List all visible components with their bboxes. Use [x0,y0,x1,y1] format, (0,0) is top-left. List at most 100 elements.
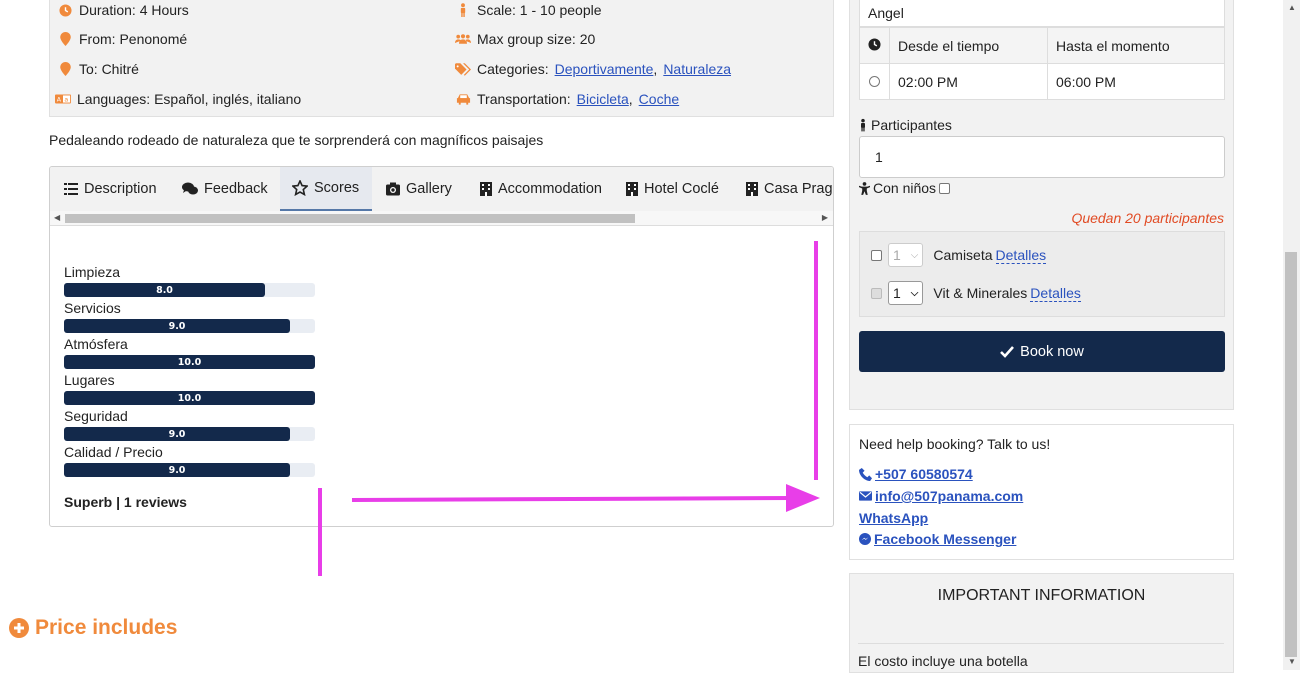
extra-checkbox-checked[interactable] [871,287,882,299]
tabs-bar: Description Feedback Scores Gallery Acco… [50,167,833,211]
list-icon [64,183,78,195]
from-text: From: Penonomé [79,31,188,47]
slot-from: 02:00 PM [889,63,1048,100]
tab-label: Scores [314,180,360,196]
tab-label: Accommodation [498,181,602,197]
kids-checkbox[interactable] [939,182,951,194]
person-icon [455,3,471,17]
chevron-down-icon: ⌵ [910,287,919,299]
tab-scores[interactable]: Scores [280,167,372,211]
scrollbar-thumb[interactable] [1285,252,1297,657]
extra-qty-select[interactable]: 1 ⌵ [888,281,924,305]
extra-name: Vit & Minerales [933,285,1028,301]
clock-icon [57,3,73,17]
chevron-down-icon: ⌵ [910,249,919,261]
tab-accommodation[interactable]: Accommodation [468,167,614,211]
languages-text: Languages: Español, inglés, italiano [77,91,302,107]
extras-box: 1 ⌵ Camiseta Detalles 1 ⌵ Vit & Minerale… [859,231,1225,317]
score-bar-track: 10.0 [64,391,315,405]
transport-link-coche[interactable]: Coche [639,91,679,107]
tour-info-box: Duration: 4 Hours Scale: 1 - 10 people F… [49,0,834,117]
slot-radio[interactable] [869,75,880,87]
price-includes-label: Price includes [35,616,178,639]
booking-panel: Angel Desde el tiempo Hasta el momento 0… [849,0,1234,410]
phone-number: +507 60580574 [875,466,973,482]
tab-gallery[interactable]: Gallery [374,167,464,211]
category-link-naturaleza[interactable]: Naturaleza [663,61,731,77]
score-bar-track: 9.0 [64,319,315,333]
tab-label: Casa Praga [764,181,833,197]
score-bar-track: 9.0 [64,427,315,441]
guide-name: Angel [859,0,1225,27]
extra-details-link[interactable]: Detalles [995,247,1047,264]
camera-icon [386,182,400,196]
score-label: Limpieza [64,264,121,280]
scroll-up-arrow-icon[interactable]: ▲ [1288,3,1296,12]
tab-label: Feedback [204,181,268,197]
extra-checkbox[interactable] [871,249,882,261]
book-now-button[interactable]: Book now [859,331,1225,372]
scroll-right-arrow-icon[interactable]: ▶ [822,213,828,222]
whatsapp-link[interactable]: WhatsApp [859,510,928,526]
score-bar-fill: 10.0 [64,391,315,405]
svg-text:a: a [64,97,68,104]
to-text: To: Chitré [79,61,139,77]
extra-qty-select[interactable]: 1 ⌵ [888,243,924,267]
schedule-header: Desde el tiempo Hasta el momento [859,27,1225,64]
scroll-left-arrow-icon[interactable]: ◀ [54,213,60,222]
tab-casa-praga[interactable]: Casa Praga [734,167,833,211]
scroll-down-arrow-icon[interactable]: ▼ [1288,657,1296,666]
to-row: To: Chitré [57,61,139,77]
book-now-label: Book now [1020,343,1084,360]
car-icon [455,93,471,105]
divider [858,643,1224,644]
kids-label: Con niños [873,180,937,196]
important-info-title: IMPORTANT INFORMATION [937,587,1146,604]
tab-feedback[interactable]: Feedback [170,167,280,211]
score-bar-track: 10.0 [64,355,315,369]
category-link-deportivamente[interactable]: Deportivamente [555,61,654,77]
score-label: Servicios [64,300,121,316]
scale-text: Scale: 1 - 10 people [477,2,602,18]
tour-tagline: Pedaleando rodeado de naturaleza que te … [49,132,544,148]
tab-label: Description [84,181,157,197]
scale-row: Scale: 1 - 10 people [455,2,602,18]
comments-icon [182,182,198,195]
page-vertical-scrollbar[interactable]: ▲ ▼ [1283,0,1300,670]
tab-hotel-cocle[interactable]: Hotel Coclé [614,167,731,211]
participants-input[interactable]: 1 [859,136,1225,178]
building-icon [480,182,492,196]
phone-link[interactable]: +507 60580574 [859,466,973,482]
extra-details-link[interactable]: Detalles [1030,285,1081,302]
tour-tabs-panel: Description Feedback Scores Gallery Acco… [49,166,834,527]
person-icon [861,118,865,132]
score-bar-fill: 9.0 [64,319,290,333]
messenger-link[interactable]: Facebook Messenger [859,531,1016,547]
email-link[interactable]: info@507panama.com [859,488,1023,504]
score-bar-track: 9.0 [64,463,315,477]
tabs-horizontal-scrollbar[interactable]: ◀ ▶ [50,211,833,226]
reviews-summary: Superb | 1 reviews [64,494,187,510]
transport-row: Transportation: Bicicleta, Coche [455,91,679,107]
scrollbar-thumb[interactable] [65,214,635,223]
extra-name: Camiseta [933,247,993,263]
schedule-slot[interactable]: 02:00 PM 06:00 PM [859,63,1225,100]
child-icon [859,181,870,195]
check-icon [1000,345,1015,358]
score-bar-fill: 9.0 [64,427,290,441]
tab-description[interactable]: Description [52,167,169,211]
categories-label: Categories: [477,61,549,77]
transport-link-bicicleta[interactable]: Bicicleta [577,91,629,107]
svg-text:A: A [57,97,62,104]
building-icon [746,182,758,196]
score-bar-fill: 8.0 [64,283,265,297]
score-label: Seguridad [64,408,128,424]
help-panel: Need help booking? Talk to us! +507 6058… [849,424,1234,560]
score-label: Lugares [64,372,115,388]
price-includes-heading: Price includes [9,616,177,640]
participants-label: Participantes [871,117,952,133]
map-marker-icon [57,32,73,46]
transport-label: Transportation: [477,91,571,107]
tags-icon [455,62,471,76]
tab-label: Gallery [406,181,452,197]
